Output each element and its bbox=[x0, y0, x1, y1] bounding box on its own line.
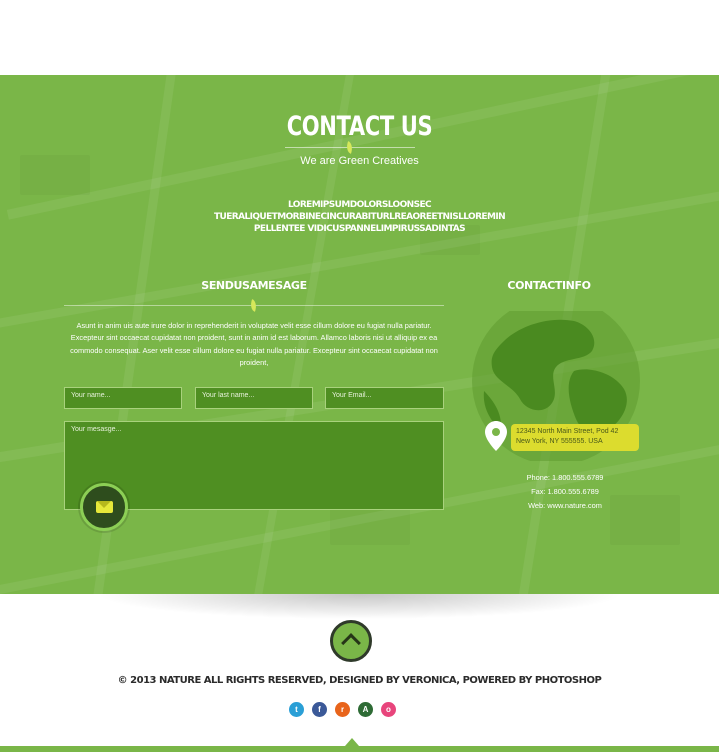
web-link[interactable]: Web: www.nature.com bbox=[470, 501, 660, 510]
a-icon[interactable]: A bbox=[358, 702, 373, 717]
fax-text: Fax: 1.800.555.6789 bbox=[531, 487, 599, 496]
back-to-top-button[interactable] bbox=[330, 620, 372, 662]
intro-line-2: PELLENTEE VIDICUSPANNELIMPIRUSSADINTAS bbox=[253, 224, 466, 234]
bottom-notch bbox=[345, 738, 359, 746]
location-pin-icon bbox=[485, 421, 507, 451]
page: CONTACT US We are Green Creatives LOREMI… bbox=[0, 0, 719, 752]
intro-line-1: LOREMIPSUMDOLORSLOONSEC TUERALIQUETMORBI… bbox=[214, 200, 506, 222]
facebook-icon[interactable]: f bbox=[312, 702, 327, 717]
contact-section: CONTACT US We are Green Creatives LOREMI… bbox=[0, 75, 719, 594]
subtitle: We are Green Creatives bbox=[300, 155, 419, 167]
copyright-text: © 2013 NATURE ALL RIGHTS RESERVED, DESIG… bbox=[117, 675, 602, 686]
address-line-2: New York, NY 555555. USA bbox=[516, 438, 603, 445]
bottom-bar bbox=[0, 746, 719, 752]
email-field[interactable]: Your Email... bbox=[325, 387, 444, 409]
social-icons: t f r A o bbox=[289, 702, 396, 717]
twitter-icon[interactable]: t bbox=[289, 702, 304, 717]
name-field[interactable]: Your name... bbox=[64, 387, 182, 409]
phone-text: Phone: 1.800.555.6789 bbox=[526, 473, 604, 482]
intro-text: LOREMIPSUMDOLORSLOONSEC TUERALIQUETMORBI… bbox=[150, 199, 569, 235]
page-title: CONTACT US bbox=[286, 111, 433, 142]
last-name-field[interactable]: Your last name... bbox=[195, 387, 313, 409]
form-description: Asunt in anim uis aute irure dolor in re… bbox=[70, 321, 438, 368]
rss-icon[interactable]: r bbox=[335, 702, 350, 717]
info-heading: CONTACTINFO bbox=[507, 279, 591, 292]
send-button[interactable] bbox=[80, 483, 128, 531]
chevron-up-icon bbox=[341, 633, 361, 653]
address-box: 12345 North Main Street, Pod 42 New York… bbox=[511, 424, 639, 451]
dribbble-icon[interactable]: o bbox=[381, 702, 396, 717]
address-line-1: 12345 North Main Street, Pod 42 bbox=[516, 428, 619, 435]
envelope-icon bbox=[96, 501, 113, 513]
form-heading: SENDUSAMESAGE bbox=[201, 279, 307, 292]
